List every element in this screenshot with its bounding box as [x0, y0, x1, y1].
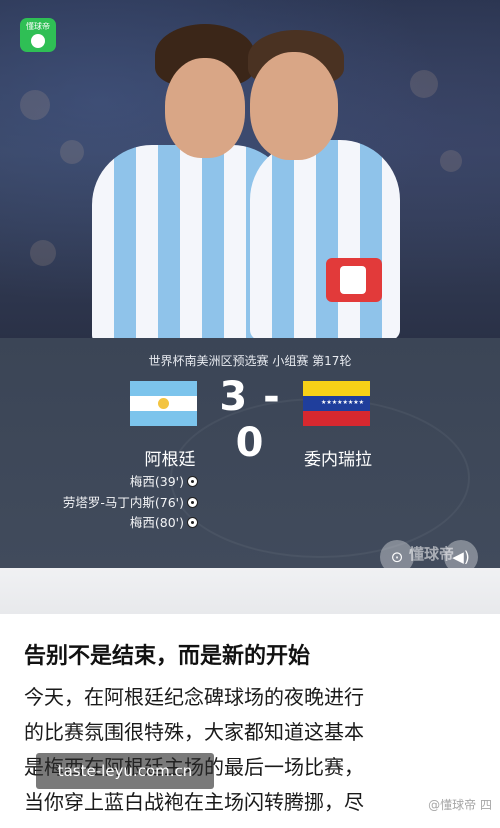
- scorers-list: 梅西(39') 劳塔罗-马丁内斯(76') 梅西(80'): [63, 472, 198, 534]
- hero-photo: 懂球帝: [0, 0, 500, 338]
- player-face: [250, 52, 338, 160]
- match-score-panel: 世界杯南美洲区预选赛 小组赛 第17轮 3 - 0 ★★★★★★★★ 阿根廷 委…: [0, 338, 500, 574]
- home-team-name: 阿根廷: [144, 450, 196, 470]
- paragraph-line: 当你穿上蓝白战袍在主场闪转腾挪，尽: [24, 790, 364, 814]
- sun-icon: [158, 398, 169, 409]
- football-icon: [187, 476, 198, 487]
- armband-crest: [340, 266, 366, 294]
- paragraph-line: 的比赛氛围很特殊，大家都知道这基本: [24, 720, 364, 744]
- crowd-blur: [60, 140, 84, 164]
- crowd-blur: [20, 90, 50, 120]
- corner-watermark: @懂球帝 四: [428, 798, 492, 812]
- app-badge-label: 懂球帝: [26, 22, 50, 31]
- article-body: 告别不是结束，而是新的开始 今天，在阿根廷纪念碑球场的夜晚进行 的比赛氛围很特殊…: [0, 614, 500, 828]
- crowd-blur: [30, 240, 56, 266]
- player-face: [165, 58, 245, 158]
- venezuela-flag-icon: ★★★★★★★★: [303, 381, 370, 426]
- argentina-flag-icon: [130, 381, 197, 426]
- competition-title: 世界杯南美洲区预选赛 小组赛 第17轮: [148, 354, 352, 368]
- football-icon: [31, 34, 45, 48]
- paragraph-line: 今天，在阿根廷纪念碑球场的夜晚进行: [24, 685, 364, 709]
- section-divider: [0, 568, 500, 614]
- article-paragraph: 今天，在阿根廷纪念碑球场的夜晚进行 的比赛氛围很特殊，大家都知道这基本 是梅西在…: [24, 680, 484, 820]
- scorer-item: 劳塔罗-马丁内斯(76'): [63, 493, 198, 514]
- stars-icon: ★★★★★★★★: [321, 399, 365, 406]
- lens-search-icon: ⊙: [390, 548, 404, 566]
- football-icon: [187, 517, 198, 528]
- away-team-name: 委内瑞拉: [304, 450, 372, 470]
- app-badge[interactable]: 懂球帝: [20, 18, 56, 52]
- scorer-item: 梅西(39'): [63, 472, 198, 493]
- article-headline: 告别不是结束，而是新的开始: [24, 644, 311, 669]
- speaker-icon: ◀): [452, 548, 470, 566]
- scorer-text: 梅西(39'): [129, 474, 184, 489]
- player-jersey: [250, 140, 400, 338]
- scorer-text: 劳塔罗-马丁内斯(76'): [62, 494, 184, 510]
- crowd-blur: [440, 150, 462, 172]
- scorer-text: 梅西(80'): [129, 515, 184, 530]
- crowd-blur: [410, 70, 438, 98]
- site-watermark-overlay: taste-leyu.com.cn: [36, 753, 214, 789]
- football-icon: [187, 496, 198, 508]
- scorer-item: 梅西(80'): [63, 513, 198, 534]
